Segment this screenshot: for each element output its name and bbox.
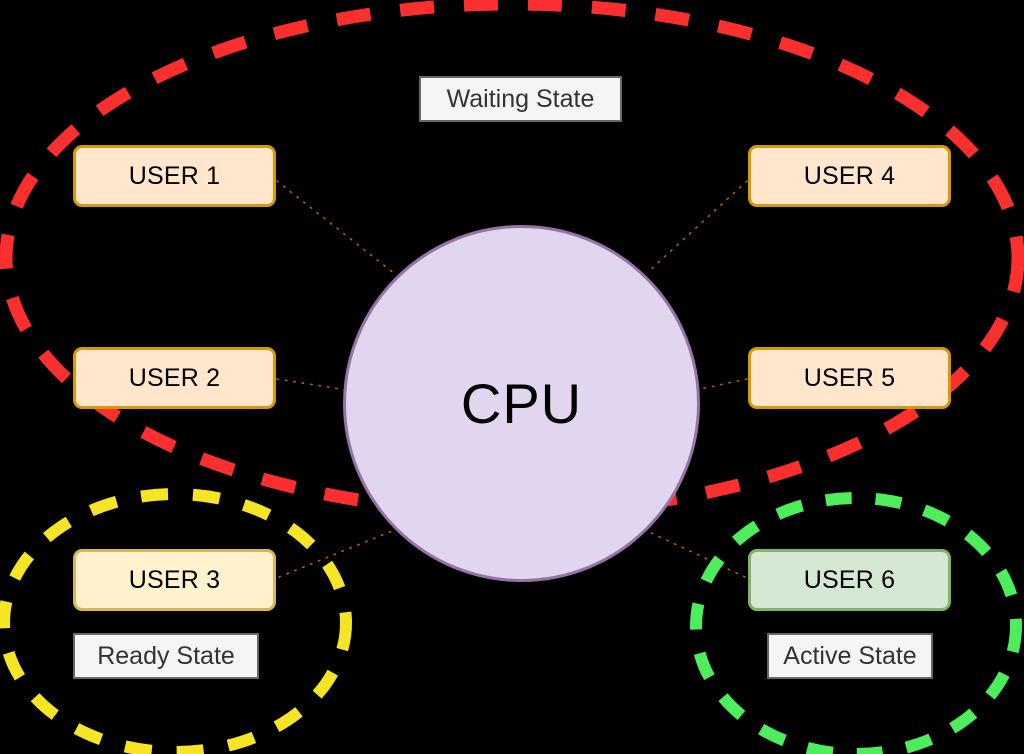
ready-state-tag: Ready State [73, 633, 259, 679]
cpu-label: CPU [460, 372, 583, 435]
connector-user1-cpu [276, 180, 396, 275]
user-node-label: USER 4 [803, 161, 896, 190]
connector-user2-cpu [276, 378, 348, 391]
user-node-user5[interactable]: USER 5 [748, 347, 951, 409]
connector-user5-cpu [695, 378, 748, 391]
user-node-user2[interactable]: USER 2 [73, 347, 276, 409]
active-state-boundary [690, 492, 1022, 754]
user-node-user6[interactable]: USER 6 [748, 549, 951, 611]
cpu-node[interactable]: CPU [343, 225, 700, 582]
user-node-label: USER 1 [128, 161, 221, 190]
ready-state-tag-label: Ready State [97, 641, 235, 670]
active-state-tag: Active State [767, 633, 933, 679]
ready-state-boundary [0, 488, 352, 754]
user-node-user4[interactable]: USER 4 [748, 145, 951, 207]
waiting-state-tag: Waiting State [419, 76, 622, 122]
connector-user4-cpu [647, 180, 748, 273]
user-node-label: USER 5 [803, 363, 896, 392]
user-node-user1[interactable]: USER 1 [73, 145, 276, 207]
user-node-label: USER 2 [128, 363, 221, 392]
user-node-label: USER 6 [803, 565, 896, 594]
connector-user6-cpu [642, 528, 746, 578]
active-state-tag-label: Active State [783, 641, 917, 670]
waiting-state-tag-label: Waiting State [446, 84, 595, 113]
user-node-label: USER 3 [128, 565, 221, 594]
user-node-user3[interactable]: USER 3 [73, 549, 276, 611]
diagram-canvas: CPU USER 1 USER 2 USER 3 USER 4 USER 5 U… [0, 0, 1024, 754]
